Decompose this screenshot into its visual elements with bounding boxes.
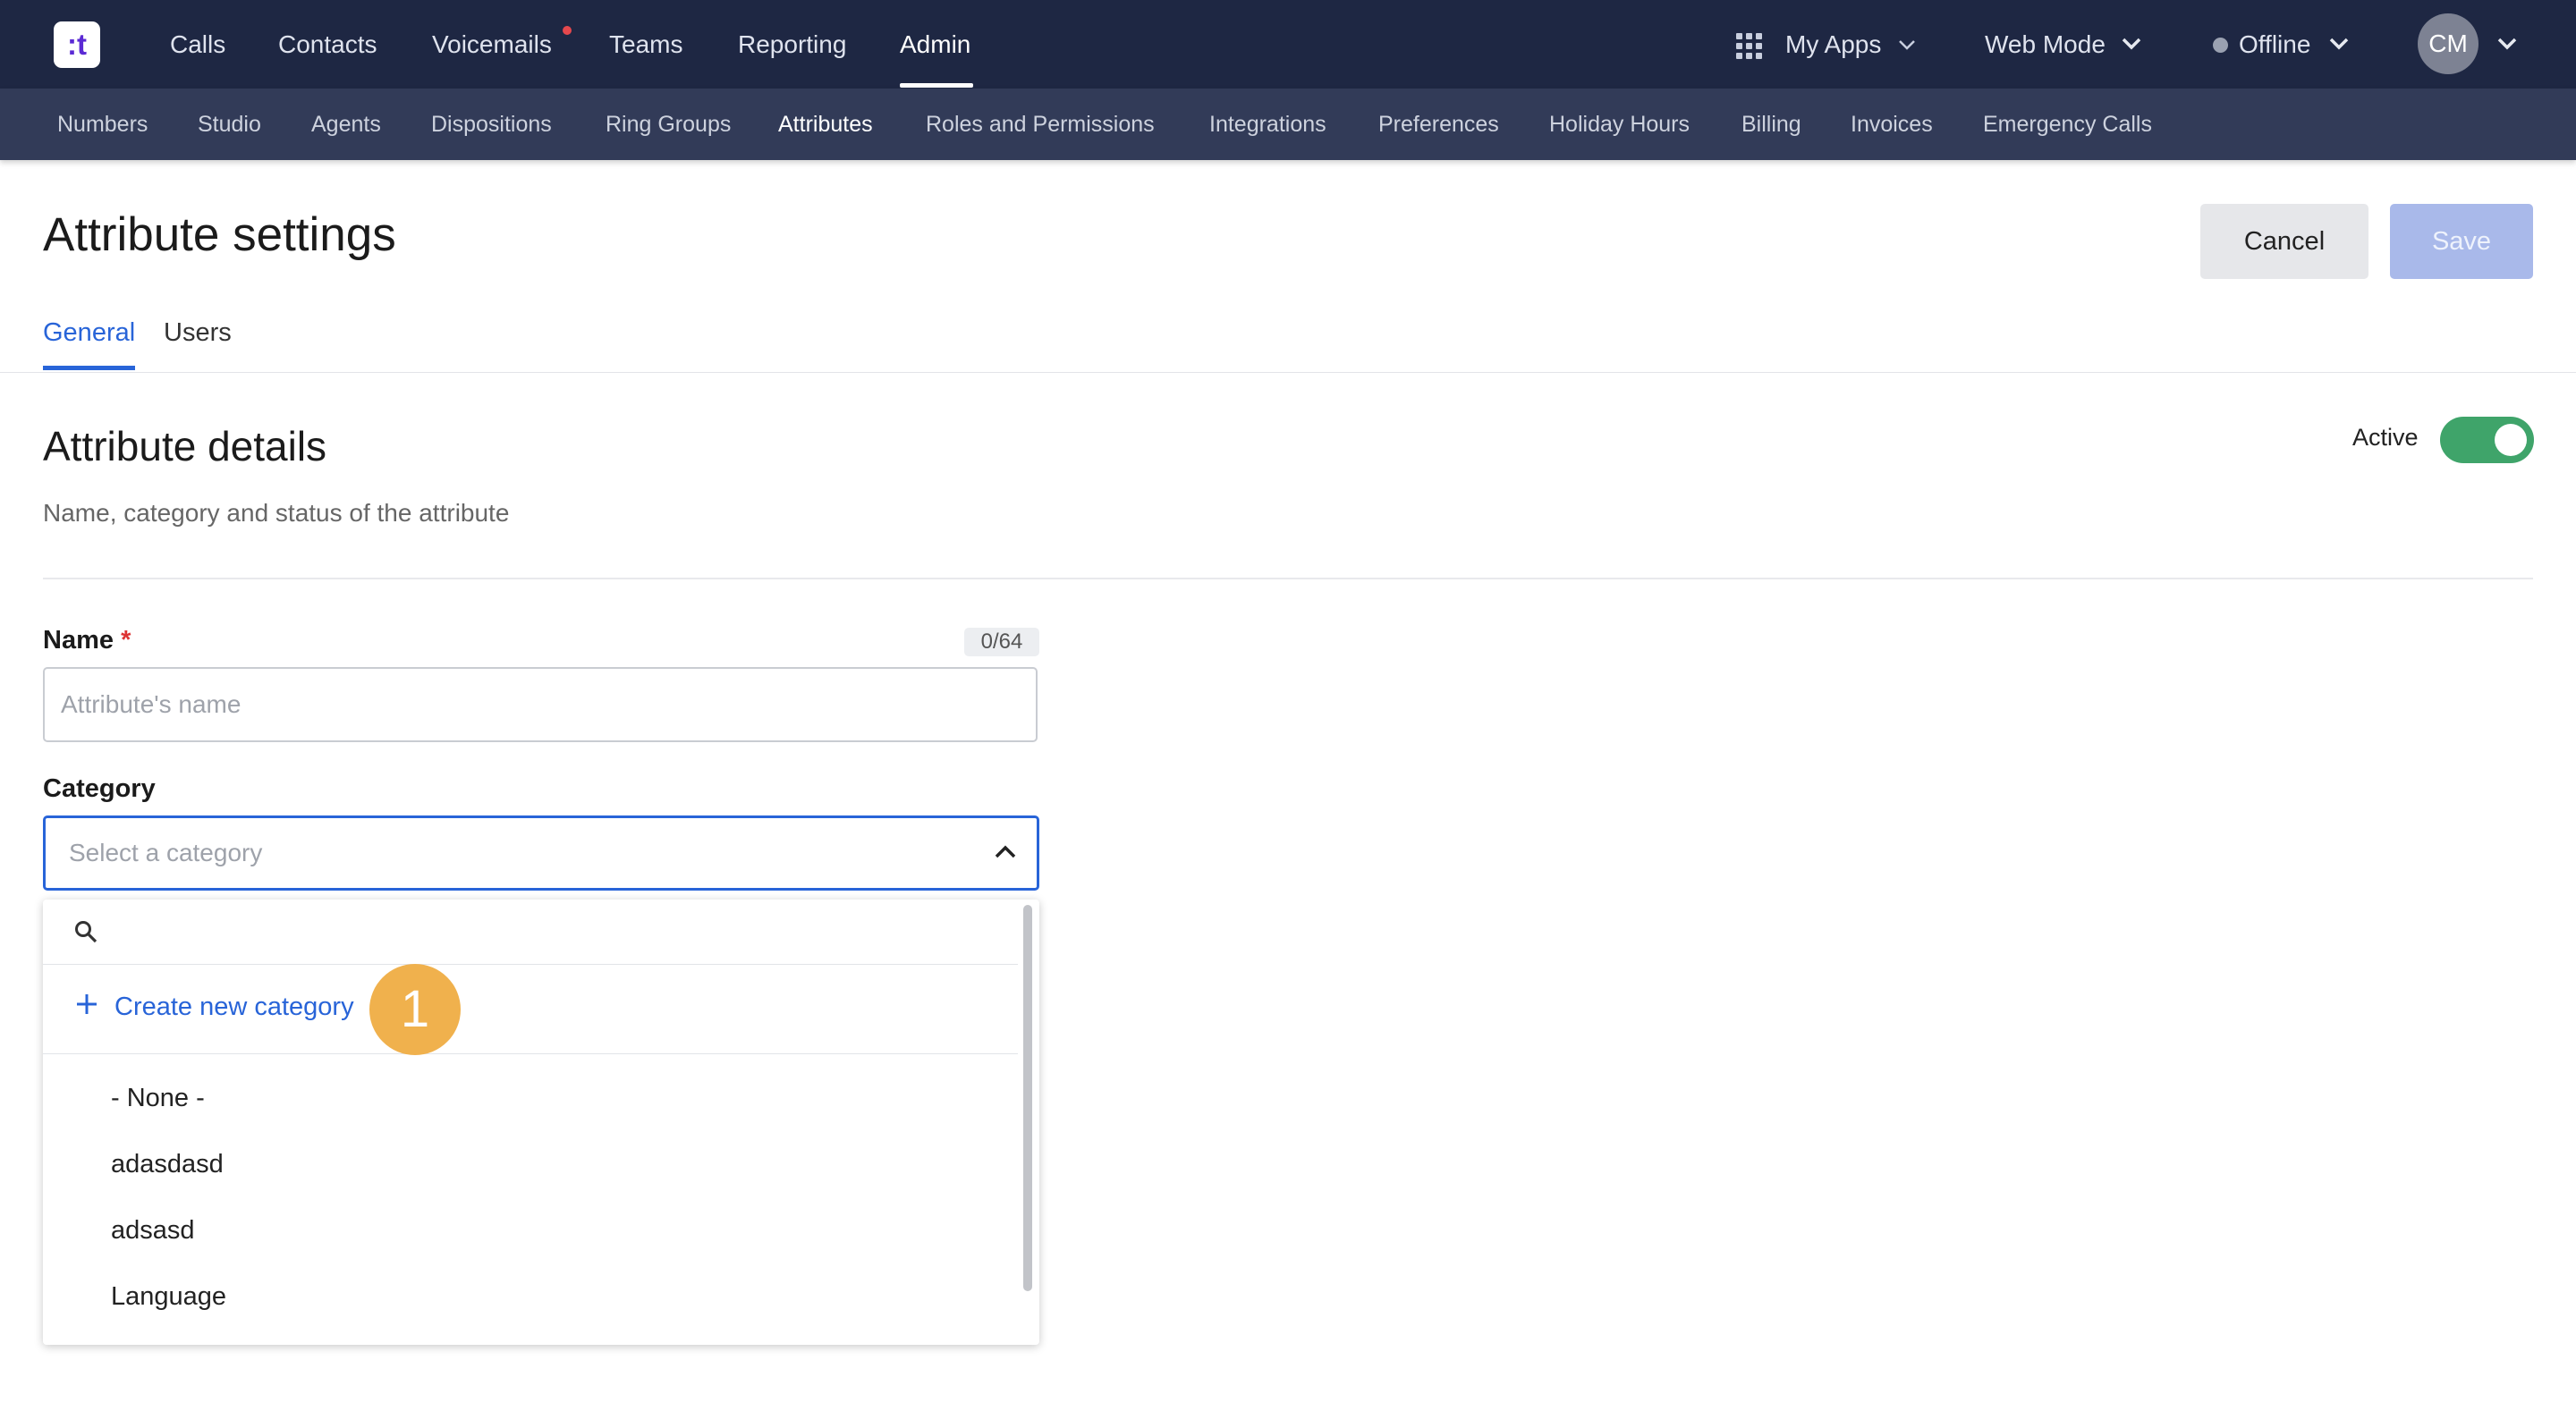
dropdown-search xyxy=(43,900,1018,965)
category-option-label: adasdasd xyxy=(111,1150,224,1179)
status-dot-icon xyxy=(2213,38,2228,53)
toggle-knob xyxy=(2495,424,2527,456)
plus-icon xyxy=(77,994,97,1014)
subnav-ring-groups[interactable]: Ring Groups xyxy=(606,89,731,160)
subnav-roles-and-permissions[interactable]: Roles and Permissions xyxy=(926,89,1155,160)
nav-voicemails[interactable]: Voicemails xyxy=(432,0,552,89)
category-field-label: Category xyxy=(43,774,156,803)
active-tab-indicator xyxy=(43,366,135,370)
save-button[interactable]: Save xyxy=(2390,204,2533,279)
category-select[interactable]: Select a category xyxy=(43,815,1039,891)
subnav-dispositions[interactable]: Dispositions xyxy=(431,89,552,160)
voicemail-notification-dot xyxy=(563,26,572,35)
user-avatar[interactable]: CM xyxy=(2418,13,2479,74)
active-nav-indicator xyxy=(900,83,973,88)
create-new-category-label: Create new category xyxy=(114,993,354,1021)
cancel-button[interactable]: Cancel xyxy=(2200,204,2368,279)
section-subtitle: Name, category and status of the attribu… xyxy=(43,499,510,527)
category-option-label: Language xyxy=(111,1282,227,1311)
chevron-up-icon[interactable] xyxy=(994,845,1017,859)
subnav-invoices[interactable]: Invoices xyxy=(1851,89,1933,160)
page-title: Attribute settings xyxy=(43,208,396,261)
category-option-label: - None - xyxy=(111,1084,205,1112)
category-option[interactable]: adasdasd xyxy=(43,1132,1018,1198)
dropdown-scrollbar-thumb[interactable] xyxy=(1023,905,1032,1291)
top-navigation-bar: :t Calls Contacts Voicemails Teams Repor… xyxy=(0,0,2576,89)
search-icon xyxy=(75,921,97,943)
my-apps-menu[interactable]: My Apps xyxy=(1785,0,1881,89)
required-asterisk: * xyxy=(121,626,131,655)
nav-contacts[interactable]: Contacts xyxy=(278,0,377,89)
subnav-integrations[interactable]: Integrations xyxy=(1209,89,1326,160)
create-new-category-button[interactable]: Create new category xyxy=(43,964,1018,1054)
chevron-down-icon[interactable] xyxy=(1897,38,1917,51)
nav-calls[interactable]: Calls xyxy=(170,0,225,89)
name-input[interactable] xyxy=(43,667,1038,742)
subnav-billing[interactable]: Billing xyxy=(1741,89,1801,160)
subnav-numbers[interactable]: Numbers xyxy=(57,89,148,160)
app-logo[interactable]: :t xyxy=(54,21,100,68)
section-title: Attribute details xyxy=(43,423,327,469)
admin-sub-navigation: Numbers Studio Agents Dispositions Ring … xyxy=(0,89,2576,160)
category-dropdown: Create new category - None - adasdasd ad… xyxy=(43,900,1039,1345)
web-mode-menu[interactable]: Web Mode xyxy=(1985,0,2106,89)
divider xyxy=(43,578,2533,579)
status-menu[interactable]: Offline xyxy=(2239,0,2310,89)
chevron-down-icon[interactable] xyxy=(2122,38,2141,50)
step-marker-badge: 1 xyxy=(369,964,461,1055)
subnav-preferences[interactable]: Preferences xyxy=(1378,89,1499,160)
chevron-down-icon[interactable] xyxy=(2497,38,2517,50)
category-search-input[interactable] xyxy=(114,908,1004,957)
name-character-counter: 0/64 xyxy=(964,628,1039,656)
subnav-emergency-calls[interactable]: Emergency Calls xyxy=(1983,89,2152,160)
active-toggle-label: Active xyxy=(2352,424,2419,451)
nav-admin[interactable]: Admin xyxy=(900,0,970,89)
chevron-down-icon[interactable] xyxy=(2329,38,2349,50)
active-toggle[interactable] xyxy=(2440,417,2534,463)
category-placeholder: Select a category xyxy=(69,839,263,866)
subnav-attributes[interactable]: Attributes xyxy=(778,89,873,160)
name-field-label: Name * xyxy=(43,626,131,655)
category-option-label: adsasd xyxy=(111,1216,195,1245)
nav-teams[interactable]: Teams xyxy=(609,0,682,89)
name-label-text: Name xyxy=(43,626,114,655)
subnav-studio[interactable]: Studio xyxy=(198,89,261,160)
apps-grid-icon[interactable] xyxy=(1736,33,1763,60)
subnav-agents[interactable]: Agents xyxy=(311,89,381,160)
subnav-holiday-hours[interactable]: Holiday Hours xyxy=(1549,89,1690,160)
category-option[interactable]: adsasd xyxy=(43,1198,1018,1264)
tab-general[interactable]: General xyxy=(43,318,135,348)
tab-users[interactable]: Users xyxy=(164,318,232,348)
category-option[interactable]: Language xyxy=(43,1264,1018,1331)
divider xyxy=(0,372,2576,373)
nav-reporting[interactable]: Reporting xyxy=(738,0,846,89)
category-option[interactable]: - None - xyxy=(43,1066,1018,1132)
